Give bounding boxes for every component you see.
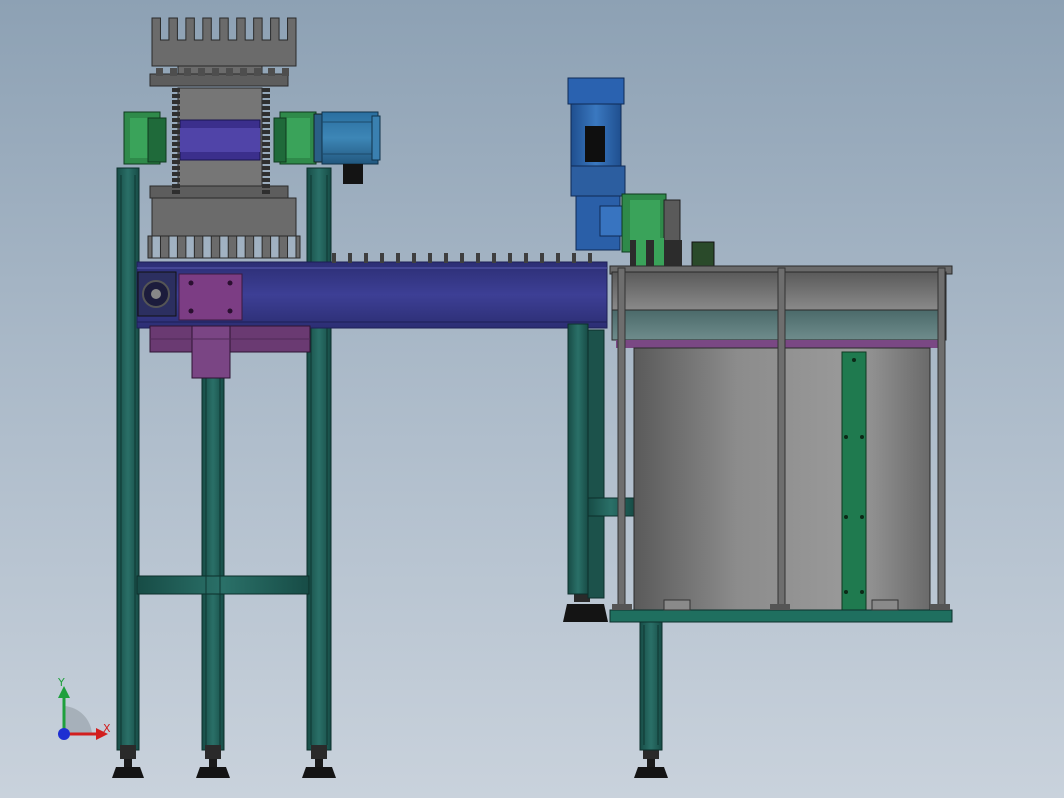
conveyor-cleat [460,253,464,263]
chain-link [262,184,270,188]
conveyor-cleat [476,253,480,263]
chain-link [172,100,180,104]
reel-tooth [254,68,261,76]
frame-post [639,619,663,751]
conveyor-cleat [428,253,432,263]
conveyor-cleat [588,253,592,263]
conveyor [136,253,608,379]
tie-rod [777,267,786,609]
hopper-tank [609,265,953,623]
chain-link [262,118,270,122]
chain-link [172,118,180,122]
cad-model-drawing [112,17,953,778]
chain-link [262,178,270,182]
conveyor-cleat [412,253,416,263]
conveyor-cleat [348,253,352,263]
reel-tooth [240,68,247,76]
frame-post [116,167,140,751]
z-axis-dot [58,728,70,740]
chain-link [172,130,180,134]
chain-link [262,130,270,134]
tie-rod [617,267,626,609]
chain-link [262,88,270,92]
chain-link [262,136,270,140]
chain-link [262,112,270,116]
chain-link [262,94,270,98]
chain-link [172,154,180,158]
chain-link [262,154,270,158]
reel-flange-top [151,17,297,75]
frame-post [201,329,225,751]
cad-viewport[interactable]: Y X [0,0,1064,798]
chain-link [172,112,180,116]
chain-link [262,100,270,104]
chain-link [172,184,180,188]
conveyor-cleat [332,253,336,263]
chain-link [262,190,270,194]
chain-link [262,166,270,170]
chain-link [172,136,180,140]
conveyor-cleat [444,253,448,263]
conveyor-cleat [524,253,528,263]
frame-crossbar [587,497,635,517]
motor-terminal-box [343,164,363,184]
chain-link [262,172,270,176]
reel-flange-bottom [147,197,301,259]
reel-tooth [212,68,219,76]
chain-link [172,178,180,182]
conveyor-cleat [380,253,384,263]
chain-link [172,148,180,152]
chain-link [262,160,270,164]
chain-link [172,190,180,194]
chain-link [172,160,180,164]
chain-link [172,106,180,110]
chain-link [172,124,180,128]
tank-base-plate [609,609,953,623]
vertical-gear-motor [567,77,715,267]
x-axis-label: X [103,722,111,735]
drive-chain [262,88,270,194]
chain-link [172,142,180,146]
frame-crossbar [136,575,310,595]
conveyor-cleat [572,253,576,263]
chain-link [172,172,180,176]
conveyor-cleat [364,253,368,263]
chain-link [172,94,180,98]
reel-tooth [156,68,163,76]
reel-tooth [268,68,275,76]
leveling-feet [112,592,668,778]
conveyor-cleat [396,253,400,263]
tank-seam-strip [841,351,867,611]
coordinate-triad[interactable]: Y X [48,676,118,748]
motor-body [321,111,379,165]
conveyor-cleat [508,253,512,263]
chain-link [172,166,180,170]
tie-rod [937,267,946,609]
y-axis-label: Y [58,676,65,689]
motor-fan-cover [567,77,625,105]
reel-tooth [170,68,177,76]
reel-spool [123,17,317,259]
frame-post [567,323,589,595]
chain-link [172,88,180,92]
chain-link [262,148,270,152]
reel-tooth [184,68,191,76]
conveyor-cleat [556,253,560,263]
conveyor-cleat [492,253,496,263]
mounting-bracket [178,273,243,321]
reel-tooth [282,68,289,76]
chain-link [262,106,270,110]
conveyor-cleat [540,253,544,263]
reel-tooth [198,68,205,76]
chain-link [262,124,270,128]
leveling-foot [196,745,230,778]
motor-terminal-box [585,126,605,162]
chain-link [262,142,270,146]
reel-tooth [226,68,233,76]
